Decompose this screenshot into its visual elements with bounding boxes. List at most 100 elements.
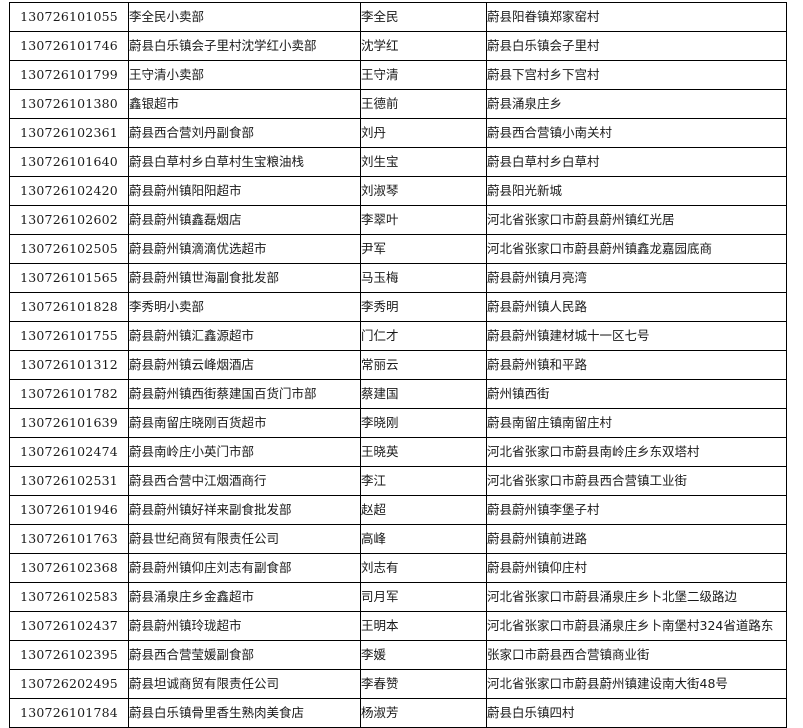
table-row: 130726101746 蔚县白乐镇会子里村沈学红小卖部 沈学红 蔚县白乐镇会子里村 [9, 31, 787, 61]
cell-owner-name: 刘生宝 [360, 147, 487, 177]
cell-owner-name: 尹军 [360, 234, 487, 264]
cell-address: 蔚县蔚州镇建材城十一区七号 [486, 321, 787, 351]
cell-address: 河北省张家口市蔚县涌泉庄乡卜南堡村324省道路东 [486, 611, 787, 641]
cell-owner-name: 高峰 [360, 524, 487, 554]
cell-license-code: 130726101746 [9, 31, 129, 61]
cell-address: 蔚县蔚州镇前进路 [486, 524, 787, 554]
table-row: 130726101639 蔚县南留庄晓刚百货超市 李晓刚 蔚县南留庄镇南留庄村 [9, 408, 787, 438]
cell-address: 蔚县蔚州镇仰庄村 [486, 553, 787, 583]
table-row: 130726101828 李秀明小卖部 李秀明 蔚县蔚州镇人民路 [9, 292, 787, 322]
cell-address: 河北省张家口市蔚县西合营镇工业街 [486, 466, 787, 496]
cell-address: 蔚县白乐镇四村 [486, 698, 787, 728]
table-row: 130726101565 蔚县蔚州镇世海副食批发部 马玉梅 蔚县蔚州镇月亮湾 [9, 263, 787, 293]
cell-business-name: 蔚县白乐镇骨里香生熟肉美食店 [128, 698, 361, 728]
table-row: 130726101640 蔚县白草村乡白草村生宝粮油栈 刘生宝 蔚县白草村乡白草村 [9, 147, 787, 177]
cell-address: 张家口市蔚县西合营镇商业街 [486, 640, 787, 670]
cell-license-code: 130726102531 [9, 466, 129, 496]
cell-license-code: 130726101380 [9, 89, 129, 119]
cell-license-code: 130726102505 [9, 234, 129, 264]
page-root: 130726101055 李全民小卖部 李全民 蔚县阳眷镇郑家窑村 1307261017… [0, 0, 803, 728]
cell-owner-name: 李媛 [360, 640, 487, 670]
cell-address: 河北省张家口市蔚县蔚州镇红光居 [486, 205, 787, 235]
table-row: 130726101799 王守清小卖部 王守清 蔚县下宫村乡下宫村 [9, 60, 787, 90]
cell-address: 蔚县蔚州镇李堡子村 [486, 495, 787, 525]
cell-license-code: 130726101565 [9, 263, 129, 293]
cell-owner-name: 沈学红 [360, 31, 487, 61]
cell-business-name: 蔚县蔚州镇世海副食批发部 [128, 263, 361, 293]
cell-owner-name: 李春赞 [360, 669, 487, 699]
cell-business-name: 蔚县白草村乡白草村生宝粮油栈 [128, 147, 361, 177]
cell-license-code: 130726101784 [9, 698, 129, 728]
cell-license-code: 130726102395 [9, 640, 129, 670]
cell-license-code: 130726101763 [9, 524, 129, 554]
cell-license-code: 130726101946 [9, 495, 129, 525]
table-row: 130726102420 蔚县蔚州镇阳阳超市 刘淑琴 蔚县阳光新城 [9, 176, 787, 206]
table-row: 130726101946 蔚县蔚州镇好祥来副食批发部 赵超 蔚县蔚州镇李堡子村 [9, 495, 787, 525]
cell-license-code: 130726102474 [9, 437, 129, 467]
cell-owner-name: 李江 [360, 466, 487, 496]
cell-business-name: 蔚县蔚州镇滴滴优选超市 [128, 234, 361, 264]
cell-owner-name: 蔡建国 [360, 379, 487, 409]
cell-license-code: 130726101755 [9, 321, 129, 351]
cell-license-code: 130726101828 [9, 292, 129, 322]
table-body: 130726101055 李全民小卖部 李全民 蔚县阳眷镇郑家窑村 1307261017… [9, 2, 787, 728]
cell-business-name: 蔚县蔚州镇鑫磊烟店 [128, 205, 361, 235]
cell-owner-name: 王明本 [360, 611, 487, 641]
cell-business-name: 蔚县西合营刘丹副食部 [128, 118, 361, 148]
table-row: 130726101755 蔚县蔚州镇汇鑫源超市 门仁才 蔚县蔚州镇建材城十一区七号 [9, 321, 787, 351]
table-row: 130726101782 蔚县蔚州镇西街蔡建国百货门市部 蔡建国 蔚州镇西街 [9, 379, 787, 409]
cell-owner-name: 李晓刚 [360, 408, 487, 438]
cell-address: 河北省张家口市蔚县南岭庄乡东双塔村 [486, 437, 787, 467]
table-row: 130726102602 蔚县蔚州镇鑫磊烟店 李翠叶 河北省张家口市蔚县蔚州镇红光居 [9, 205, 787, 235]
table-row: 130726101763 蔚县世纪商贸有限责任公司 高峰 蔚县蔚州镇前进路 [9, 524, 787, 554]
cell-business-name: 蔚县坦诚商贸有限责任公司 [128, 669, 361, 699]
cell-business-name: 蔚县世纪商贸有限责任公司 [128, 524, 361, 554]
cell-business-name: 蔚县西合营莹媛副食部 [128, 640, 361, 670]
cell-owner-name: 李秀明 [360, 292, 487, 322]
cell-address: 蔚县白草村乡白草村 [486, 147, 787, 177]
cell-address: 河北省张家口市蔚县蔚州镇鑫龙嘉园底商 [486, 234, 787, 264]
cell-owner-name: 赵超 [360, 495, 487, 525]
cell-license-code: 130726102368 [9, 553, 129, 583]
cell-business-name: 蔚县涌泉庄乡金鑫超市 [128, 582, 361, 612]
cell-business-name: 鑫银超市 [128, 89, 361, 119]
cell-address: 蔚县蔚州镇月亮湾 [486, 263, 787, 293]
business-registry-table: 130726101055 李全民小卖部 李全民 蔚县阳眷镇郑家窑村 1307261017… [9, 2, 787, 728]
cell-owner-name: 门仁才 [360, 321, 487, 351]
cell-owner-name: 常丽云 [360, 350, 487, 380]
table-row: 130726102583 蔚县涌泉庄乡金鑫超市 司月军 河北省张家口市蔚县涌泉庄乡卜北… [9, 582, 787, 612]
cell-business-name: 蔚县蔚州镇好祥来副食批发部 [128, 495, 361, 525]
cell-address: 蔚县蔚州镇和平路 [486, 350, 787, 380]
cell-business-name: 蔚县蔚州镇汇鑫源超市 [128, 321, 361, 351]
cell-business-name: 蔚县蔚州镇阳阳超市 [128, 176, 361, 206]
cell-address: 蔚县涌泉庄乡 [486, 89, 787, 119]
cell-license-code: 130726102361 [9, 118, 129, 148]
cell-business-name: 蔚县南留庄晓刚百货超市 [128, 408, 361, 438]
table-row: 130726102531 蔚县西合营中江烟酒商行 李江 河北省张家口市蔚县西合营镇工业… [9, 466, 787, 496]
cell-business-name: 蔚县蔚州镇西街蔡建国百货门市部 [128, 379, 361, 409]
table-row: 130726101312 蔚县蔚州镇云峰烟酒店 常丽云 蔚县蔚州镇和平路 [9, 350, 787, 380]
cell-license-code: 130726101640 [9, 147, 129, 177]
cell-owner-name: 马玉梅 [360, 263, 487, 293]
table-row: 130726102505 蔚县蔚州镇滴滴优选超市 尹军 河北省张家口市蔚县蔚州镇鑫龙嘉… [9, 234, 787, 264]
cell-address: 蔚县阳光新城 [486, 176, 787, 206]
table-row: 130726101784 蔚县白乐镇骨里香生熟肉美食店 杨淑芳 蔚县白乐镇四村 [9, 698, 787, 728]
cell-license-code: 130726202495 [9, 669, 129, 699]
cell-owner-name: 李全民 [360, 2, 487, 32]
cell-owner-name: 王晓英 [360, 437, 487, 467]
cell-license-code: 130726101055 [9, 2, 129, 32]
cell-license-code: 130726101312 [9, 350, 129, 380]
cell-address: 蔚县阳眷镇郑家窑村 [486, 2, 787, 32]
cell-address: 蔚县下宫村乡下宫村 [486, 60, 787, 90]
table-row: 130726101380 鑫银超市 王德前 蔚县涌泉庄乡 [9, 89, 787, 119]
cell-owner-name: 杨淑芳 [360, 698, 487, 728]
cell-business-name: 李全民小卖部 [128, 2, 361, 32]
cell-business-name: 蔚县蔚州镇仰庄刘志有副食部 [128, 553, 361, 583]
cell-business-name: 蔚县西合营中江烟酒商行 [128, 466, 361, 496]
cell-license-code: 130726102602 [9, 205, 129, 235]
cell-license-code: 130726102583 [9, 582, 129, 612]
cell-license-code: 130726101639 [9, 408, 129, 438]
cell-owner-name: 王守清 [360, 60, 487, 90]
cell-license-code: 130726101799 [9, 60, 129, 90]
cell-owner-name: 刘丹 [360, 118, 487, 148]
